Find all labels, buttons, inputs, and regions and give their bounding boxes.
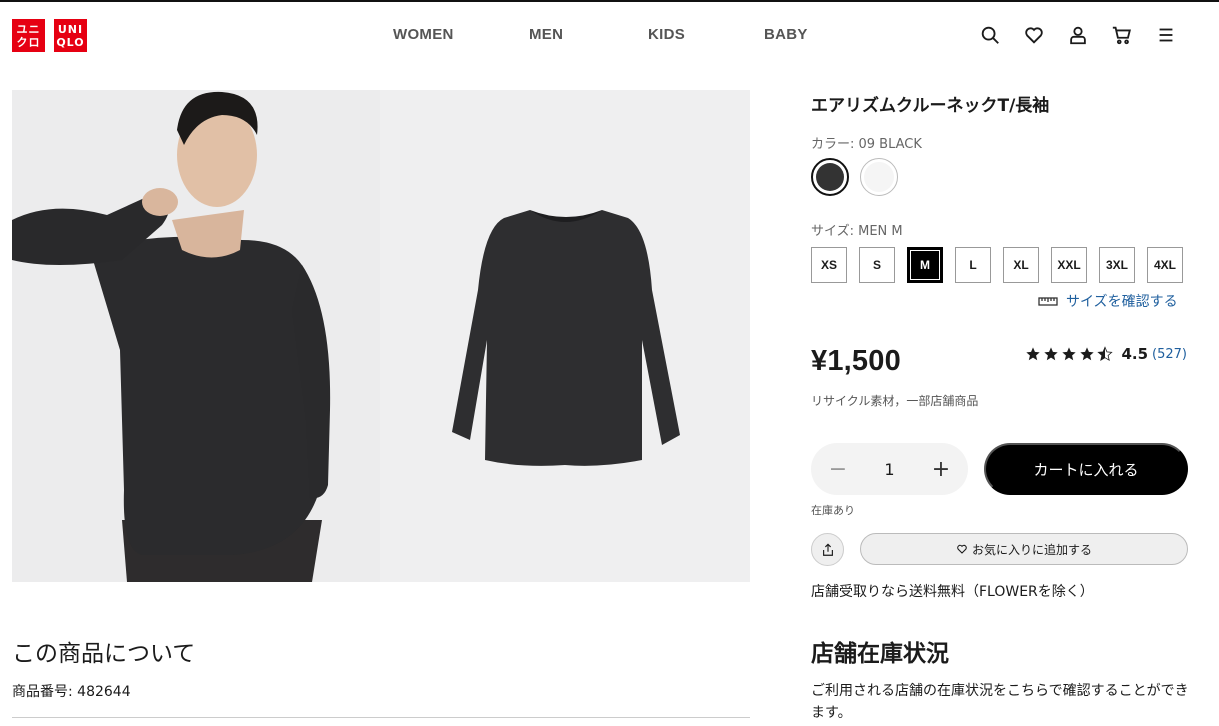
share-button[interactable] (811, 533, 844, 566)
size-options: XS S M L XL XXL 3XL 4XL (811, 247, 1183, 283)
logo-jp-line2: クロ (16, 35, 41, 49)
nav-men[interactable]: MEN (529, 26, 563, 43)
logo-jp-line1: ユニ (16, 22, 41, 36)
product-image-model[interactable] (12, 90, 380, 582)
logo-tile-en: UNI QLO (54, 19, 87, 52)
size-check-link[interactable]: サイズを確認する (1038, 291, 1178, 311)
uniqlo-logo-jp[interactable]: ユニ クロ (12, 19, 45, 52)
ruler-icon (1038, 297, 1058, 306)
logo-en-line1: UNI (57, 22, 84, 36)
price: ¥1,500 (811, 345, 901, 377)
size-option-4xl[interactable]: 4XL (1147, 247, 1183, 283)
rating-stars (1025, 346, 1114, 362)
add-to-favorites-button[interactable]: お気に入りに追加する (860, 533, 1188, 565)
quantity-stepper: − 1 + (811, 443, 968, 495)
nav-women[interactable]: WOMEN (393, 26, 454, 43)
rating[interactable]: 4.5 (527) (1025, 345, 1187, 363)
star-icon (1062, 347, 1077, 361)
star-icon (1026, 347, 1041, 361)
add-to-cart-button[interactable]: カートに入れる (984, 443, 1188, 495)
size-check-label: サイズを確認する (1066, 294, 1178, 310)
size-option-s[interactable]: S (859, 247, 895, 283)
quantity-increase-button[interactable]: + (930, 457, 952, 482)
size-option-xl[interactable]: XL (1003, 247, 1039, 283)
product-title: エアリズムクルーネックT/長袖 (811, 96, 1050, 116)
quantity-value[interactable]: 1 (884, 460, 894, 479)
section-divider (12, 717, 750, 718)
store-stock-description: ご利用される店舗の在庫状況をこちらで確認することができます。 (811, 683, 1189, 721)
user-icon[interactable] (1067, 24, 1089, 46)
star-icon (1044, 347, 1059, 361)
quantity-decrease-button[interactable]: − (827, 457, 849, 482)
uniqlo-logo-en[interactable]: UNI QLO (54, 19, 87, 52)
size-option-3xl[interactable]: 3XL (1099, 247, 1135, 283)
favorites-label: お気に入りに追加する (971, 542, 1092, 557)
cart-icon[interactable] (1111, 24, 1133, 46)
product-feature-text: リサイクル素材，一部店舗商品 (811, 394, 979, 408)
site-header: ユニ クロ UNI QLO WOMEN MEN KIDS BABY (0, 2, 1219, 66)
size-option-l[interactable]: L (955, 247, 991, 283)
rating-value: 4.5 (1121, 345, 1149, 363)
nav-baby[interactable]: BABY (764, 26, 808, 43)
half-star-icon (1097, 346, 1114, 362)
swatch-dot-black (816, 163, 844, 191)
heart-icon (957, 544, 967, 554)
swatch-dot-white (864, 162, 894, 192)
color-label: カラー: 09 BLACK (811, 137, 922, 152)
logo-en-line2: QLO (56, 35, 85, 49)
nav-kids[interactable]: KIDS (648, 26, 685, 43)
menu-icon[interactable] (1155, 24, 1177, 46)
heart-icon[interactable] (1023, 24, 1045, 46)
rating-count[interactable]: (527) (1152, 347, 1187, 362)
about-section-title: この商品について (12, 641, 196, 667)
share-icon (822, 543, 833, 556)
logo-tile-jp: ユニ クロ (12, 19, 45, 52)
store-pickup-note: 店舗受取りなら送料無料（FLOWERを除く） (811, 584, 1094, 600)
size-label: サイズ: MEN M (811, 224, 903, 239)
size-option-m[interactable]: M (907, 247, 943, 283)
color-swatch-white[interactable] (860, 158, 898, 196)
store-stock-title: 店舗在庫状況 (811, 641, 949, 667)
size-option-xs[interactable]: XS (811, 247, 847, 283)
stock-status: 在庫あり (811, 504, 855, 517)
size-option-xxl[interactable]: XXL (1051, 247, 1087, 283)
model-illustration (12, 90, 380, 582)
product-image-flat[interactable] (380, 90, 750, 582)
color-swatch-black[interactable] (811, 158, 849, 196)
search-icon[interactable] (979, 24, 1001, 46)
star-icon (1080, 347, 1095, 361)
product-number: 商品番号: 482644 (12, 684, 131, 700)
tshirt-illustration (380, 90, 750, 582)
